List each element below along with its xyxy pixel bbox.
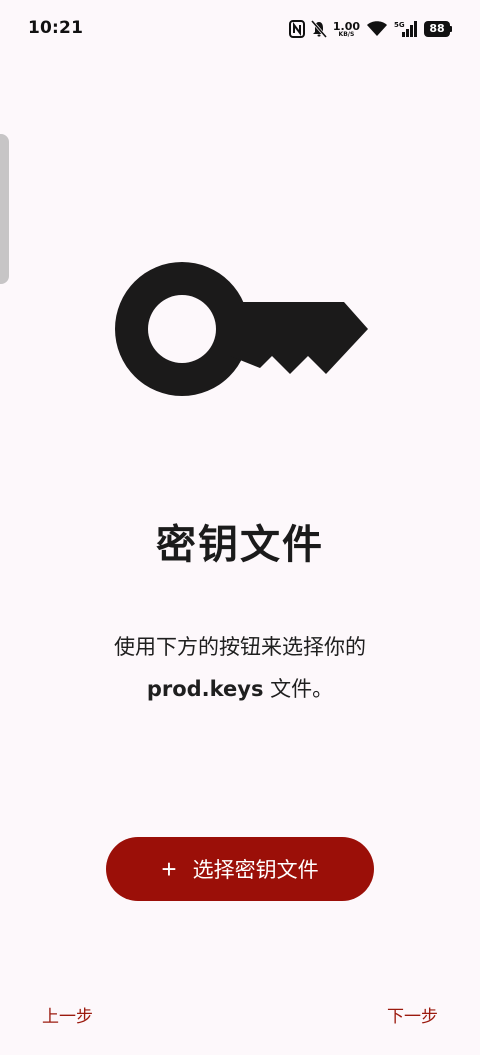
battery-tip <box>450 26 452 32</box>
setup-screen: 10:21 1.00 KB/S 5G 88 密钥文件 使用下方的按钮来选择你的 … <box>0 0 480 1055</box>
status-bar: 10:21 1.00 KB/S 5G 88 <box>0 0 480 58</box>
select-keys-label: 选择密钥文件 <box>192 859 319 882</box>
plus-icon: + <box>161 854 177 884</box>
keys-filename: prod.keys <box>146 677 264 701</box>
status-icons: 1.00 KB/S 5G 88 <box>288 18 452 40</box>
net-speed-unit: KB/S <box>338 30 355 38</box>
key-icon <box>112 258 368 400</box>
net-speed: 1.00 KB/S <box>333 21 360 38</box>
wifi-icon <box>366 20 388 38</box>
edge-drag-handle[interactable] <box>0 134 9 284</box>
previous-button[interactable]: 上一步 <box>42 1002 93 1027</box>
nfc-icon <box>288 20 305 38</box>
page-title: 密钥文件 <box>156 522 324 568</box>
description-line2: prod.keys 文件。 <box>40 668 440 710</box>
network-type: 5G <box>394 21 405 29</box>
mute-icon <box>310 20 327 38</box>
description-line1: 使用下方的按钮来选择你的 <box>114 635 366 659</box>
description: 使用下方的按钮来选择你的 prod.keys 文件。 <box>40 626 440 710</box>
status-time: 10:21 <box>28 18 84 38</box>
battery-level: 88 <box>424 21 450 37</box>
description-suffix: 文件。 <box>263 677 334 701</box>
select-keys-button[interactable]: + 选择密钥文件 <box>106 837 374 901</box>
next-button[interactable]: 下一步 <box>387 1002 438 1027</box>
battery-icon: 88 <box>424 21 452 37</box>
signal-icon: 5G <box>394 20 418 38</box>
net-speed-value: 1.00 <box>332 19 360 33</box>
